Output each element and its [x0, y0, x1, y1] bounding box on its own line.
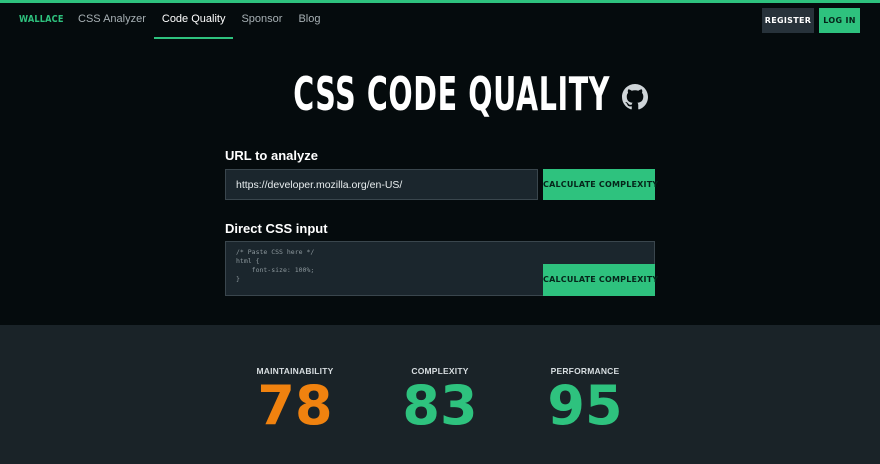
github-icon-svg — [622, 84, 648, 110]
page-title-text: CSS CODE QUALITY — [293, 67, 610, 121]
nav-item-code-quality[interactable]: Code Quality — [153, 3, 234, 39]
css-textarea-content: /* Paste CSS here */ html { font-size: 1… — [236, 248, 315, 283]
url-input[interactable] — [225, 169, 538, 200]
nav-item-sponsor[interactable]: Sponsor — [233, 3, 290, 39]
metric-value: 95 — [547, 374, 623, 437]
brand-logo[interactable]: WALLACE — [19, 14, 64, 25]
calculate-url-button[interactable]: CALCULATE COMPLEXITY — [543, 169, 658, 200]
nav-item-css-analyzer[interactable]: CSS Analyzer — [70, 3, 154, 39]
main-nav: CSS Analyzer Code Quality Sponsor Blog — [70, 3, 328, 39]
login-button[interactable]: LOG IN — [819, 8, 860, 33]
results-panel: MAINTAINABILITY 78 COMPLEXITY 83 PERFORM… — [0, 325, 880, 464]
page-title: CSS CODE QUALITY — [0, 66, 610, 122]
metric-value: 83 — [402, 374, 478, 437]
calculate-css-button[interactable]: CALCULATE COMPLEXITY — [543, 264, 658, 296]
top-navbar: WALLACE CSS Analyzer Code Quality Sponso… — [0, 3, 880, 39]
register-button[interactable]: REGISTER — [762, 8, 814, 33]
github-icon[interactable] — [622, 84, 648, 110]
css-input-label: Direct CSS input — [225, 221, 328, 236]
url-label: URL to analyze — [225, 148, 318, 163]
metric-value: 78 — [257, 374, 333, 437]
nav-item-blog[interactable]: Blog — [290, 3, 328, 39]
